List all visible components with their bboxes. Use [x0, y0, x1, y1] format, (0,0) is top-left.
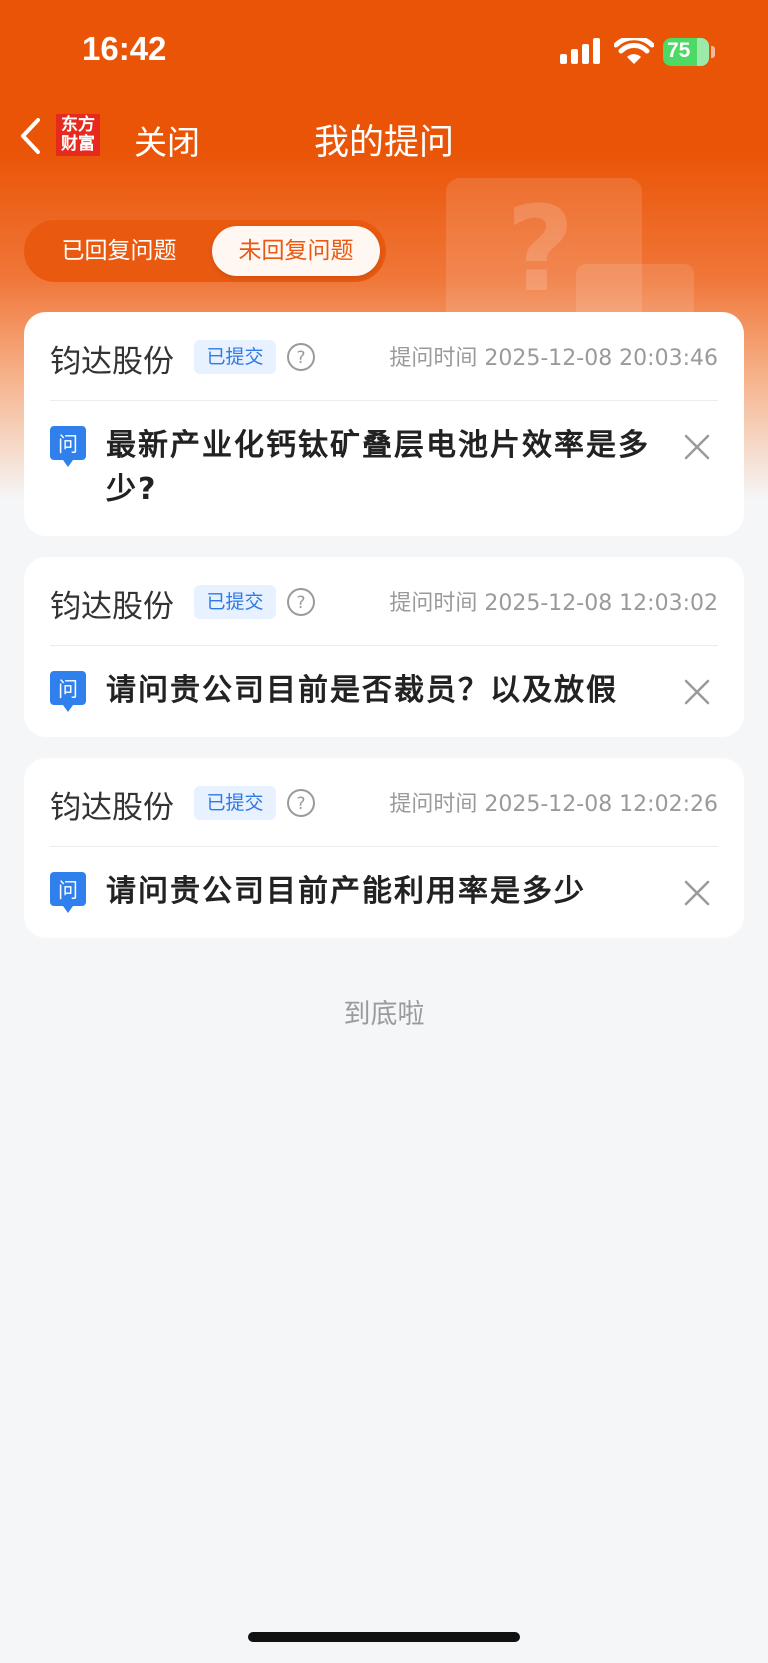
- question-time: 提问时间 2025-12-08 12:02:26: [389, 792, 718, 817]
- cellular-signal-icon: [560, 38, 600, 64]
- help-icon[interactable]: ?: [286, 342, 316, 372]
- status-time: 16:42: [82, 30, 167, 67]
- card-header: 钧达股份 已提交 ? 提问时间 2025-12-08 12:02:26: [50, 758, 718, 847]
- question-icon-label: 问: [58, 432, 78, 456]
- company-name[interactable]: 钧达股份: [50, 782, 174, 827]
- page-title: 我的提问: [313, 123, 454, 163]
- question-text[interactable]: 请问贵公司目前产能利用率是多少: [106, 870, 678, 914]
- question-icon: 问: [50, 426, 86, 467]
- battery-level: 75: [667, 39, 691, 62]
- question-mark-decoration-icon: ?: [506, 180, 575, 318]
- question-card: 钧达股份 已提交 ? 提问时间 2025-12-08 20:03:46 问 最新…: [24, 312, 744, 536]
- delete-icon[interactable]: [684, 434, 710, 460]
- question-tabs: 已回复问题 未回复问题: [24, 220, 386, 282]
- delete-icon[interactable]: [684, 679, 710, 705]
- question-icon-label: 问: [58, 878, 78, 902]
- tab-unanswered[interactable]: 未回复问题: [212, 226, 380, 276]
- question-text[interactable]: 请问贵公司目前是否裁员？以及放假: [106, 669, 678, 713]
- status-badge: 已提交: [194, 786, 276, 820]
- delete-icon[interactable]: [684, 880, 710, 906]
- status-badge: 已提交: [194, 585, 276, 619]
- card-header: 钧达股份 已提交 ? 提问时间 2025-12-08 20:03:46: [50, 312, 718, 401]
- wifi-icon: [614, 38, 654, 64]
- tab-answered[interactable]: 已回复问题: [34, 220, 204, 282]
- status-badge: 已提交: [194, 340, 276, 374]
- question-icon-label: 问: [58, 677, 78, 701]
- company-name[interactable]: 钧达股份: [50, 581, 174, 626]
- end-of-list-text: 到底啦: [343, 999, 425, 1030]
- svg-text:?: ?: [296, 593, 305, 613]
- question-time: 提问时间 2025-12-08 12:03:02: [389, 591, 718, 616]
- question-card: 钧达股份 已提交 ? 提问时间 2025-12-08 12:03:02 问 请问…: [24, 557, 744, 737]
- help-icon[interactable]: ?: [286, 788, 316, 818]
- company-name[interactable]: 钧达股份: [50, 336, 174, 381]
- battery-icon: 75: [663, 38, 709, 66]
- card-header: 钧达股份 已提交 ? 提问时间 2025-12-08 12:03:02: [50, 557, 718, 646]
- svg-text:?: ?: [296, 794, 305, 814]
- help-icon[interactable]: ?: [286, 587, 316, 617]
- question-icon: 问: [50, 671, 86, 712]
- svg-text:?: ?: [296, 348, 305, 368]
- question-text[interactable]: 最新产业化钙钛矿叠层电池片效率是多少?: [106, 424, 678, 512]
- home-indicator[interactable]: [248, 1632, 520, 1642]
- battery-cap: [711, 46, 715, 58]
- question-icon: 问: [50, 872, 86, 913]
- question-card: 钧达股份 已提交 ? 提问时间 2025-12-08 12:02:26 问 请问…: [24, 758, 744, 938]
- question-time: 提问时间 2025-12-08 20:03:46: [389, 346, 718, 371]
